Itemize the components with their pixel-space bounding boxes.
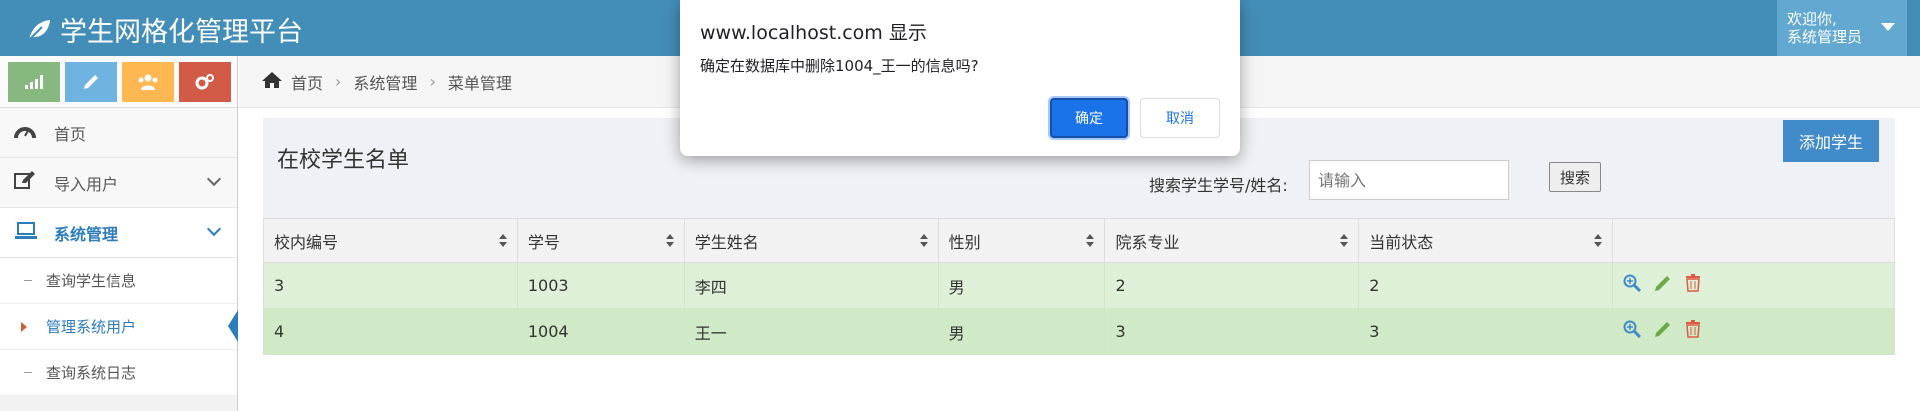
caret-right-icon: [21, 322, 27, 332]
sub-item-label: 管理系统用户: [46, 318, 137, 336]
trash-icon[interactable]: [1685, 320, 1701, 343]
table-cell: 4: [263, 308, 518, 355]
nav-system-mgmt[interactable]: 系统管理: [0, 208, 237, 258]
user-menu[interactable]: 欢迎你, 系统管理员: [1777, 0, 1907, 56]
panel-title: 在校学生名单: [277, 148, 410, 173]
row-actions: [1612, 262, 1895, 309]
tree-dash: [24, 280, 32, 281]
table-cell: 男: [937, 308, 1106, 355]
nav-import-users[interactable]: 导入用户: [0, 158, 237, 208]
active-marker: [228, 310, 238, 342]
brand-title: 学生网格化管理平台: [60, 17, 303, 48]
table-cell: 1003: [516, 262, 685, 309]
signal-icon[interactable]: [8, 62, 60, 102]
sub-item-label: 查询学生信息: [46, 272, 137, 290]
pencil-icon[interactable]: [1654, 274, 1672, 297]
table-cell: 3: [263, 262, 518, 309]
table-cell: 3: [1358, 308, 1614, 355]
pencil-icon[interactable]: [1654, 320, 1672, 343]
chevron-down-icon: [206, 221, 222, 237]
column-header[interactable]: 当前状态: [1358, 218, 1614, 263]
search-button[interactable]: 搜索: [1549, 162, 1601, 192]
edit-icon: [14, 170, 40, 195]
column-header[interactable]: 院系专业: [1104, 218, 1360, 263]
table-cell: 男: [937, 262, 1106, 309]
zoom-in-icon[interactable]: [1623, 274, 1642, 297]
dashboard-icon: [14, 121, 40, 145]
table-cell: 王一: [683, 308, 939, 355]
breadcrumb-current: 菜单管理: [447, 73, 512, 93]
brand[interactable]: 学生网格化管理平台: [26, 10, 303, 49]
search-label: 搜索学生学号/姓名:: [1149, 176, 1288, 195]
cogs-icon[interactable]: [179, 62, 231, 102]
users-icon[interactable]: [122, 62, 174, 102]
zoom-in-icon[interactable]: [1623, 320, 1642, 343]
table-cell: 3: [1104, 308, 1360, 355]
laptop-icon: [14, 221, 40, 245]
breadcrumb-separator-icon: ›: [429, 72, 436, 91]
table-cell: 1004: [516, 308, 685, 355]
nav-import-users-label: 导入用户: [54, 174, 119, 194]
table-row: 3 1003 李四 男 2 2: [263, 262, 1895, 309]
dialog-title: www.localhost.com 显示: [700, 22, 927, 44]
table-cell: 2: [1104, 262, 1360, 309]
sub-item-query-students[interactable]: 查询学生信息: [0, 258, 237, 304]
confirm-dialog: www.localhost.com 显示 确定在数据库中删除1004_王一的信息…: [680, 0, 1240, 156]
tree-dash: [24, 372, 32, 373]
breadcrumb-system[interactable]: 系统管理: [353, 70, 417, 94]
leaf-icon: [28, 19, 50, 41]
trash-icon[interactable]: [1685, 274, 1701, 297]
add-student-button[interactable]: 添加学生: [1783, 120, 1879, 162]
chevron-down-icon: [206, 171, 222, 187]
caret-down-icon: [1881, 23, 1895, 31]
home-icon: [261, 70, 283, 94]
column-header[interactable]: 校内编号: [263, 218, 518, 263]
dialog-ok-button[interactable]: 确定: [1050, 98, 1128, 138]
nav-home[interactable]: 首页: [0, 108, 237, 158]
column-header[interactable]: 性别: [937, 218, 1106, 263]
pencil-icon[interactable]: [65, 62, 117, 102]
column-header[interactable]: 学号: [516, 218, 685, 263]
breadcrumb-separator-icon: ›: [335, 72, 342, 91]
shortcut-bar: [0, 56, 237, 108]
sub-item-label: 查询系统日志: [46, 364, 137, 382]
sidebar: 首页 导入用户 系统管理 查询学生信息 管理系统用户 查询系统日志: [0, 56, 238, 411]
dialog-message: 确定在数据库中删除1004_王一的信息吗?: [700, 57, 979, 75]
breadcrumb-home[interactable]: 首页: [291, 70, 323, 94]
dialog-cancel-button[interactable]: 取消: [1140, 98, 1220, 138]
column-header[interactable]: 学生姓名: [683, 218, 939, 263]
table-cell: 李四: [683, 262, 939, 309]
row-actions: [1612, 308, 1895, 355]
table-cell: 2: [1358, 262, 1614, 309]
sub-item-manage-users[interactable]: 管理系统用户: [0, 304, 238, 350]
student-table: 校内编号 学号 学生姓名 性别 院系专业 当前状态 3 1003 李四 男 2 …: [263, 218, 1895, 355]
table-header-row: 校内编号 学号 学生姓名 性别 院系专业 当前状态: [263, 218, 1895, 263]
search-input[interactable]: [1309, 160, 1509, 200]
column-header-actions: [1612, 218, 1895, 263]
table-row: 4 1004 王一 男 3 3: [263, 308, 1895, 355]
nav-system-mgmt-label: 系统管理: [54, 224, 119, 244]
nav-home-label: 首页: [54, 124, 87, 144]
sub-item-query-logs[interactable]: 查询系统日志: [0, 350, 237, 396]
